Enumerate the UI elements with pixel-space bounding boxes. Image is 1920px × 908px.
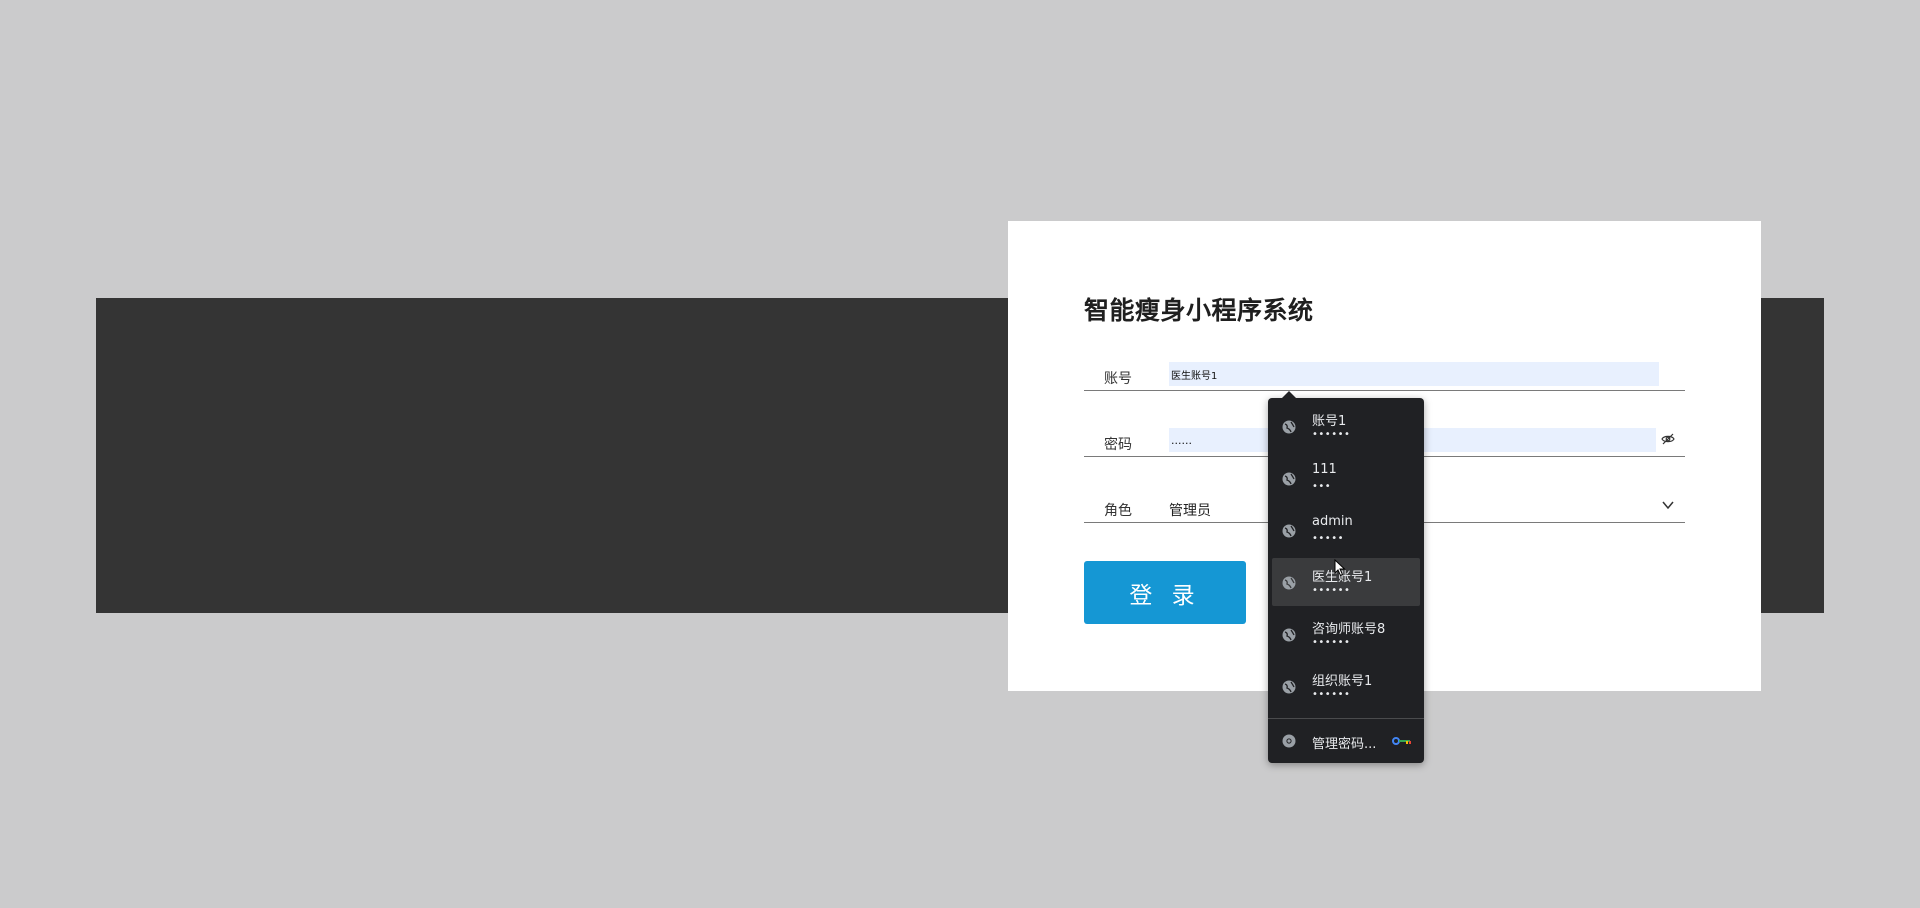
login-button[interactable]: 登 录	[1084, 561, 1246, 624]
credential-username: 组织账号1	[1312, 674, 1373, 689]
credential-username: 111	[1312, 462, 1337, 477]
mouse-cursor-icon	[1334, 559, 1346, 577]
globe-icon	[1282, 524, 1296, 538]
credential-password: ••••••	[1312, 585, 1351, 596]
chrome-icon	[1282, 734, 1296, 748]
credential-password: •••	[1312, 481, 1332, 492]
account-field: 账号	[1084, 356, 1685, 391]
globe-icon	[1282, 420, 1296, 434]
credential-item[interactable]: 组织账号1 ••••••	[1272, 662, 1420, 710]
credential-item[interactable]: admin •••••	[1272, 506, 1420, 554]
credential-item[interactable]: 111 •••	[1272, 454, 1420, 502]
credential-item[interactable]: 医生账号1 ••••••	[1272, 558, 1420, 606]
account-label: 账号	[1104, 371, 1132, 387]
credential-password: ••••••	[1312, 429, 1351, 440]
globe-icon	[1282, 472, 1296, 486]
credential-password: •••••	[1312, 533, 1344, 544]
credential-password: ••••••	[1312, 689, 1351, 700]
globe-icon	[1282, 576, 1296, 590]
eye-slash-icon[interactable]	[1661, 433, 1675, 445]
credential-username: 咨询师账号8	[1312, 622, 1386, 637]
password-label: 密码	[1104, 437, 1132, 453]
chevron-down-icon[interactable]	[1661, 500, 1675, 510]
page: 智能瘦身小程序系统 账号 密码 角色 管理员 登 录	[0, 0, 1920, 908]
credential-password: ••••••	[1312, 637, 1351, 648]
key-icon	[1392, 737, 1411, 745]
manage-passwords-button[interactable]: 管理密码...	[1272, 722, 1420, 758]
credential-username: 账号1	[1312, 414, 1347, 429]
credential-item[interactable]: 咨询师账号8 ••••••	[1272, 610, 1420, 658]
credential-username: admin	[1312, 514, 1353, 529]
password-autofill-popup: 账号1 •••••• 111 ••• admin ••••• 医生账号1 •••…	[1268, 391, 1424, 763]
manage-passwords-label: 管理密码...	[1312, 737, 1377, 752]
role-selected-value: 管理员	[1169, 503, 1211, 519]
globe-icon	[1282, 628, 1296, 642]
globe-icon	[1282, 680, 1296, 694]
autofill-divider	[1268, 718, 1424, 719]
account-input[interactable]	[1169, 362, 1659, 386]
role-label: 角色	[1104, 503, 1132, 519]
credential-item[interactable]: 账号1 ••••••	[1272, 402, 1420, 450]
